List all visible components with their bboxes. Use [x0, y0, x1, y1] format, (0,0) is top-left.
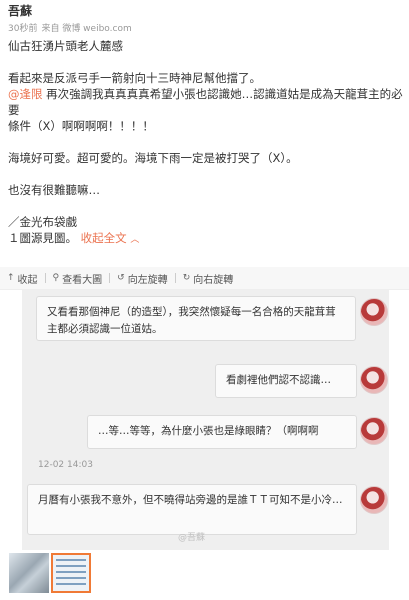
post-meta: 30秒前 来自 微博 weibo.com: [8, 21, 132, 34]
post-line: @逢限 再次強調我真真真真希望小張也認識她…認識道姑是成為天龍茸主的必要: [8, 86, 403, 118]
view-large-label: 查看大圖: [62, 274, 103, 286]
thumbnail-line: [56, 565, 86, 567]
post-line: 看起來是反派弓手一箭射向十三時神尼幫他擋了。: [8, 71, 261, 85]
chat-timestamp: 12-02 14:03: [38, 460, 93, 470]
image-thumbnail[interactable]: [9, 553, 49, 593]
thumbnail-line: [56, 559, 86, 561]
thumbnail-line: [56, 577, 86, 579]
post-line: 也沒有很難聽嘛…: [8, 183, 100, 197]
weibo-post: 吾蘇 30秒前 来自 微博 weibo.com 仙古狂湧片頭老人麓感 看起來是反…: [0, 0, 409, 600]
collapse-full-text-link[interactable]: 收起全文: [81, 231, 127, 245]
rotate-left-label: 向左旋轉: [127, 274, 168, 286]
image-toolbar: ↑ 收起 ⚲ 查看大圖 ↺ 向左旋轉 ↻ 向右旋轉: [0, 267, 409, 290]
rotate-left-button[interactable]: ↺ 向左旋轉: [110, 271, 175, 286]
chat-bubble-right: …等…等等，為什麼小張也是綠眼睛？（啊啊啊: [87, 415, 357, 449]
thumbnail-line: [56, 583, 86, 585]
avatar: [360, 417, 388, 445]
post-line: １圖源見圖。 收起全文 ︿: [8, 230, 403, 248]
rotate-right-button[interactable]: ↻ 向右旋轉: [176, 271, 241, 286]
chat-bubble-left: 月曆有小張我不意外，但不曉得站旁邊的是誰ＴＴ可知不是小冷…: [27, 484, 357, 535]
avatar: [360, 366, 388, 394]
post-line: 海境好可愛。超可愛的。海境下雨一定是被打哭了（X）。: [8, 151, 298, 165]
chat-screenshot-image[interactable]: 又看看那個神尼（的造型），我突然懷疑每一名合格的天龍茸茸主都必須認識一位道姑。 …: [22, 290, 389, 550]
rotate-right-label: 向右旋轉: [193, 274, 234, 286]
avatar: [360, 486, 388, 514]
chat-bubble-right: 看劇裡他們認不認識…: [215, 364, 357, 398]
post-line-text: １圖源見圖。: [8, 231, 77, 245]
post-line: 條件（X）啊啊啊啊！！！！: [8, 119, 154, 133]
chevron-up-icon[interactable]: ︿: [130, 235, 139, 245]
post-body: 仙古狂湧片頭老人麓感 看起來是反派弓手一箭射向十三時神尼幫他擋了。 @逢限 再次…: [8, 38, 403, 248]
post-source: 来自 微博 weibo.com: [41, 24, 132, 34]
post-line: ／金光布袋戲: [8, 215, 77, 229]
chat-bubble-left: 又看看那個神尼（的造型），我突然懷疑每一名合格的天龍茸茸主都必須認識一位道姑。: [36, 296, 356, 341]
thumbnail-line: [56, 571, 86, 573]
post-line-text: 再次強調我真真真真希望小張也認識她…認識道姑是成為天龍茸主的必要: [8, 87, 403, 117]
magnifier-icon: ⚲: [52, 273, 60, 283]
post-time: 30秒前: [8, 24, 38, 34]
image-thumbnail-selected[interactable]: [51, 553, 91, 593]
rotate-right-icon: ↻: [182, 273, 191, 283]
collapse-label: 收起: [17, 274, 38, 286]
rotate-left-icon: ↺: [117, 273, 125, 283]
arrow-up-icon: ↑: [7, 273, 15, 283]
collapse-button[interactable]: ↑ 收起: [0, 271, 45, 286]
author-name[interactable]: 吾蘇: [8, 2, 32, 19]
watermark: @吾蘇: [178, 533, 206, 543]
mention-link[interactable]: @逢限: [8, 87, 43, 101]
post-line: 仙古狂湧片頭老人麓感: [8, 39, 123, 53]
avatar: [360, 298, 388, 326]
view-large-button[interactable]: ⚲ 查看大圖: [46, 271, 110, 286]
